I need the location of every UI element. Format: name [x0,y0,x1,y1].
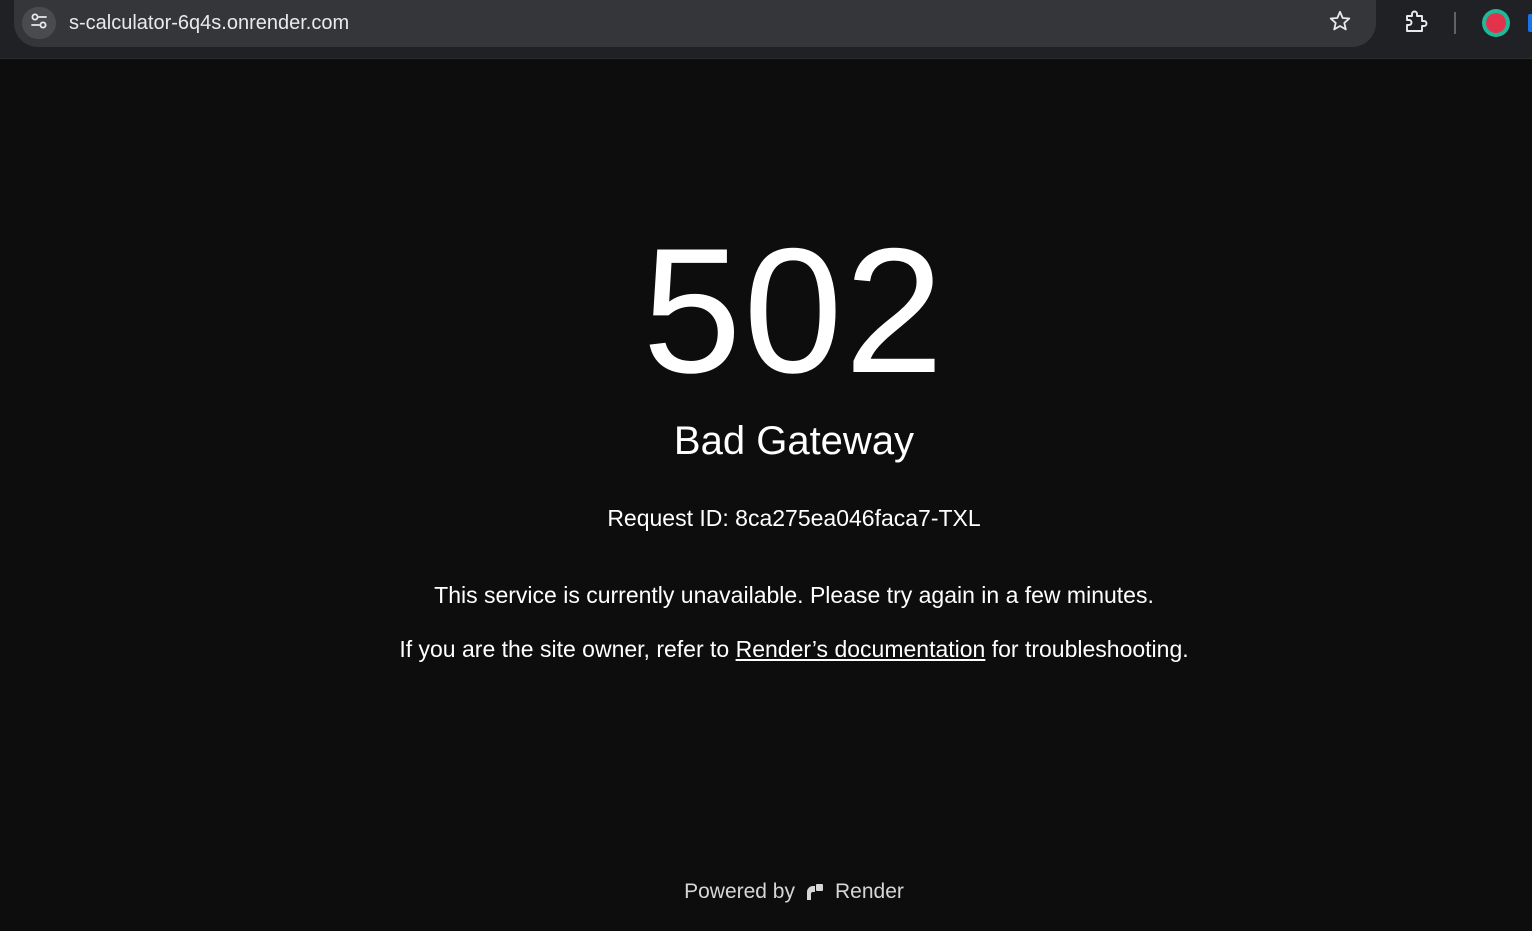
address-bar[interactable]: s-calculator-6q4s.onrender.com [14,0,1376,47]
extensions-button[interactable] [1400,7,1432,39]
render-docs-link[interactable]: Render’s documentation [736,636,986,662]
error-page: 502 Bad Gateway Request ID: 8ca275ea046f… [0,59,1532,931]
star-icon [1328,9,1352,38]
unavailable-message: This service is currently unavailable. P… [434,582,1154,608]
owner-note: If you are the site owner, refer to Rend… [0,634,1532,664]
avatar [1482,9,1510,37]
owner-note-prefix: If you are the site owner, refer to [399,636,736,662]
puzzle-icon [1403,8,1429,39]
toolbar-divider [1454,12,1456,34]
url-text[interactable]: s-calculator-6q4s.onrender.com [69,11,349,35]
footer-brand[interactable]: Render [835,878,904,906]
error-code: 502 [642,211,946,410]
tune-icon [29,11,49,36]
request-id: Request ID: 8ca275ea046faca7-TXL [607,505,981,531]
browser-toolbar: s-calculator-6q4s.onrender.com [0,0,1532,59]
footer-prefix: Powered by [684,880,795,903]
site-info-button[interactable] [22,7,56,39]
bookmark-button[interactable] [1325,8,1355,38]
powered-by-footer: Powered by Render [0,878,1532,906]
error-title: Bad Gateway [673,419,915,463]
profile-button[interactable] [1479,6,1513,40]
render-logo-icon [805,882,825,902]
owner-note-suffix: for troubleshooting. [985,636,1189,662]
menu-edge [1528,14,1532,32]
